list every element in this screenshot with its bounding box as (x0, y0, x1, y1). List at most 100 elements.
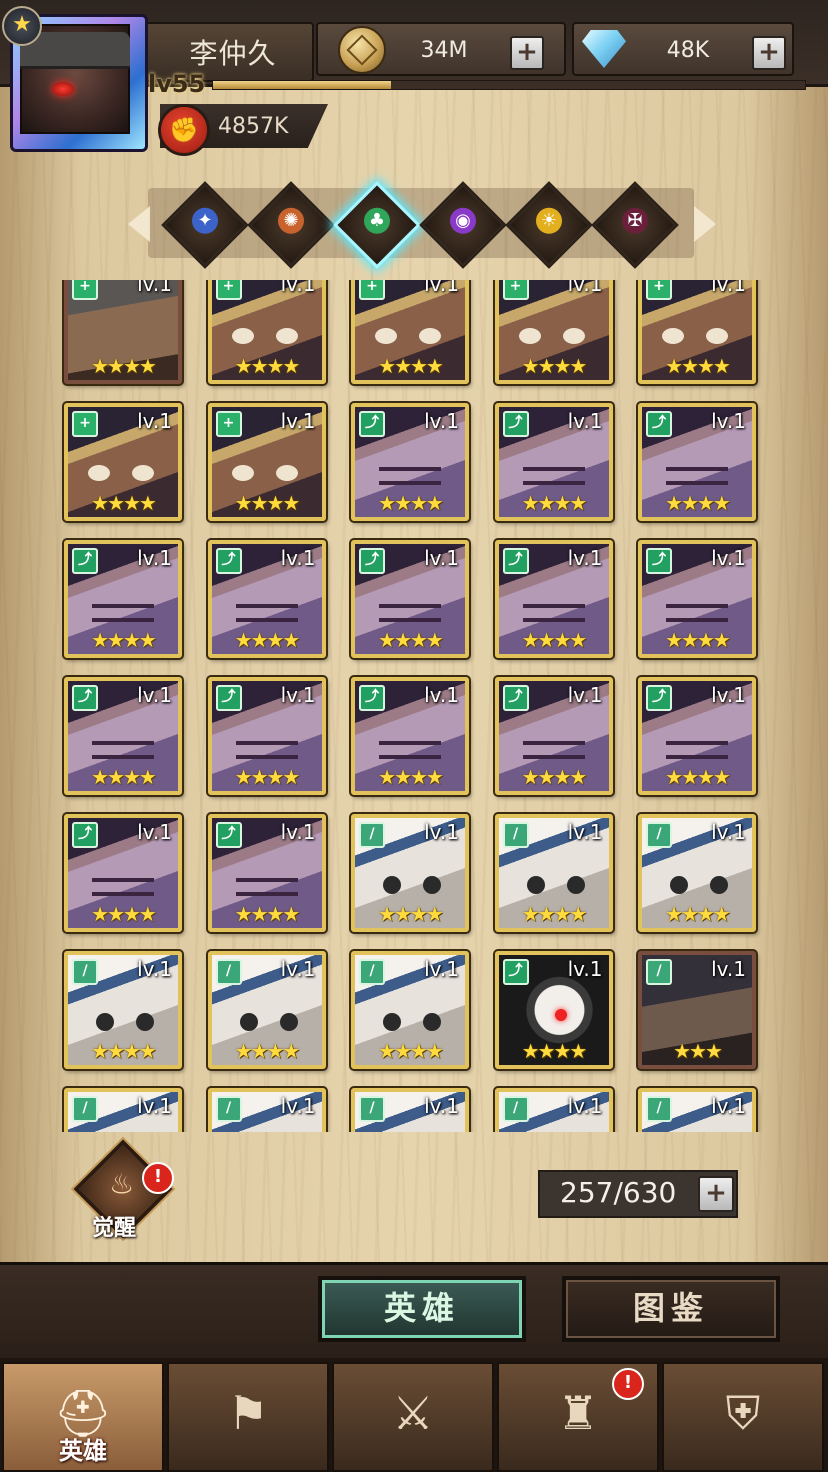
ranger-class-icon: ⤴ (502, 411, 529, 437)
handshake-shield-icon: ⛨ (725, 1386, 761, 1440)
hero-card[interactable]: / lv.1 (351, 1088, 469, 1132)
hero-stars: ★★★★ (665, 765, 731, 789)
hero-level: lv.1 (424, 546, 459, 570)
hero-card[interactable]: ⤴ lv.1 ★★★★ (494, 951, 613, 1069)
castle-alert-badge: ! (612, 1368, 644, 1400)
expand-capacity-button[interactable]: + (698, 1176, 734, 1212)
xp-bar-fill (213, 81, 391, 89)
avatar[interactable] (20, 24, 130, 134)
hero-level: lv.1 (137, 1094, 172, 1118)
hero-stars: ★★★★ (665, 354, 731, 378)
hero-card[interactable]: ⤴ lv.1 ★★★★ (351, 540, 469, 658)
hero-card[interactable]: / lv.1 ★★★★ (207, 951, 326, 1069)
rogue-class-icon: / (646, 959, 672, 985)
crossed-swords-icon: ⚔ (392, 1386, 434, 1440)
hero-card[interactable]: / lv.1 ★★★ (638, 951, 756, 1069)
hero-stars: ★★★★ (91, 1039, 157, 1063)
support-class-icon: + (215, 280, 242, 300)
hero-stars: ★★★★ (234, 628, 301, 652)
hero-level: lv.1 (567, 546, 603, 570)
awaken-label: 觉醒 (92, 1216, 137, 1241)
hero-stars: ★★★★ (665, 491, 731, 515)
hero-card[interactable]: + lv.1 ★★★★ (638, 280, 756, 384)
hero-stars: ★★★★ (91, 354, 157, 378)
hero-card[interactable]: + lv.1 ★★★★ (64, 280, 182, 384)
gold-value: 34M (420, 38, 468, 63)
hero-level: lv.1 (711, 1094, 746, 1118)
gold-coin-icon (338, 26, 386, 74)
ranger-class-icon: ⤴ (215, 822, 242, 848)
ranger-class-icon: ⤴ (72, 822, 98, 848)
filter-left-arrow-icon (128, 206, 150, 242)
ranger-class-icon: ⤴ (502, 685, 529, 711)
hero-card[interactable]: ⤴ lv.1 ★★★★ (64, 540, 182, 658)
hero-card[interactable]: ⤴ lv.1 ★★★★ (351, 403, 469, 521)
hero-card[interactable]: + lv.1 ★★★★ (207, 403, 326, 521)
support-class-icon: + (72, 411, 98, 437)
hero-stars: ★★★★ (91, 491, 157, 515)
hero-card[interactable]: ⤴ lv.1 ★★★★ (64, 814, 182, 932)
hero-card[interactable]: ⤴ lv.1 ★★★★ (207, 540, 326, 658)
hero-card[interactable]: / lv.1 (494, 1088, 613, 1132)
hero-level: lv.1 (280, 683, 316, 707)
hero-level: lv.1 (137, 957, 172, 981)
hero-level: lv.1 (280, 957, 316, 981)
hero-card[interactable]: / lv.1 ★★★★ (64, 951, 182, 1069)
hero-level: lv.1 (567, 280, 603, 296)
hero-card[interactable]: ⤴ lv.1 ★★★★ (351, 677, 469, 795)
ranger-class-icon: ⤴ (646, 548, 672, 574)
support-class-icon: + (359, 280, 385, 300)
hero-card[interactable]: ⤴ lv.1 ★★★★ (494, 403, 613, 521)
nav-heroes-button[interactable]: ⛑ 英雄 (2, 1362, 164, 1472)
hero-stars: ★★★★ (234, 765, 301, 789)
hero-stars: ★★★★ (378, 491, 444, 515)
hero-card[interactable]: + lv.1 ★★★★ (64, 403, 182, 521)
hero-card[interactable]: / lv.1 ★★★★ (351, 814, 469, 932)
nav-label: 英雄 (59, 1437, 107, 1465)
tab-codex[interactable]: 图鉴 (562, 1276, 780, 1342)
add-gems-button[interactable]: + (752, 36, 786, 70)
hero-card[interactable]: ⤴ lv.1 ★★★★ (207, 814, 326, 932)
hero-card[interactable]: ⤴ lv.1 ★★★★ (207, 677, 326, 795)
hero-card[interactable]: ⤴ lv.1 ★★★★ (638, 403, 756, 521)
shadow-element-icon: ◉ (450, 207, 476, 234)
hero-stars: ★★★★ (91, 628, 157, 652)
hero-card[interactable]: + lv.1 ★★★★ (494, 280, 613, 384)
player-name: 李仲久 (189, 37, 277, 70)
support-class-icon: + (502, 280, 529, 300)
hero-stars: ★★★★ (91, 902, 157, 926)
hero-level: lv.1 (137, 409, 172, 433)
nav-battle-button[interactable]: ⚔ (332, 1362, 494, 1472)
hero-level: lv.1 (424, 957, 459, 981)
hero-card[interactable]: ⤴ lv.1 ★★★★ (638, 540, 756, 658)
support-class-icon: + (646, 280, 672, 300)
hero-card[interactable]: ⤴ lv.1 ★★★★ (494, 540, 613, 658)
rogue-class-icon: / (72, 1096, 98, 1122)
hero-stars: ★★★★ (521, 354, 588, 378)
gem-value: 48K (666, 38, 710, 63)
hero-card[interactable]: ⤴ lv.1 ★★★★ (494, 677, 613, 795)
nav-guild-button[interactable]: ⛨ (662, 1362, 824, 1472)
nav-adventure-button[interactable]: ⚑ (167, 1362, 329, 1472)
hero-level: lv.1 (280, 409, 316, 433)
hero-level: lv.1 (280, 820, 316, 844)
add-gold-button[interactable]: + (510, 36, 544, 70)
hero-card[interactable]: / lv.1 ★★★★ (494, 814, 613, 932)
combat-power: 4857K (218, 114, 289, 139)
hero-level: lv.1 (711, 683, 746, 707)
hero-card[interactable]: / lv.1 ★★★★ (638, 814, 756, 932)
ranger-class-icon: ⤴ (359, 411, 385, 437)
hero-card[interactable]: / lv.1 (638, 1088, 756, 1132)
hero-card[interactable]: ⤴ lv.1 ★★★★ (64, 677, 182, 795)
hero-card[interactable]: + lv.1 ★★★★ (351, 280, 469, 384)
ranger-class-icon: ⤴ (646, 411, 672, 437)
hero-card[interactable]: / lv.1 ★★★★ (351, 951, 469, 1069)
hero-stars: ★★★★ (378, 1039, 444, 1063)
hero-level: lv.1 (280, 280, 316, 296)
tab-heroes[interactable]: 英雄 (318, 1276, 526, 1342)
hero-card[interactable]: ⤴ lv.1 ★★★★ (638, 677, 756, 795)
hero-card[interactable]: + lv.1 ★★★★ (207, 280, 326, 384)
hero-card[interactable]: / lv.1 (207, 1088, 326, 1132)
hero-card[interactable]: / lv.1 (64, 1088, 182, 1132)
hero-grid: + lv.1 ★★★★ + lv.1 ★★★★ + lv.1 ★★★★ + lv.1 ★★★★ + lv.… (58, 280, 764, 1132)
